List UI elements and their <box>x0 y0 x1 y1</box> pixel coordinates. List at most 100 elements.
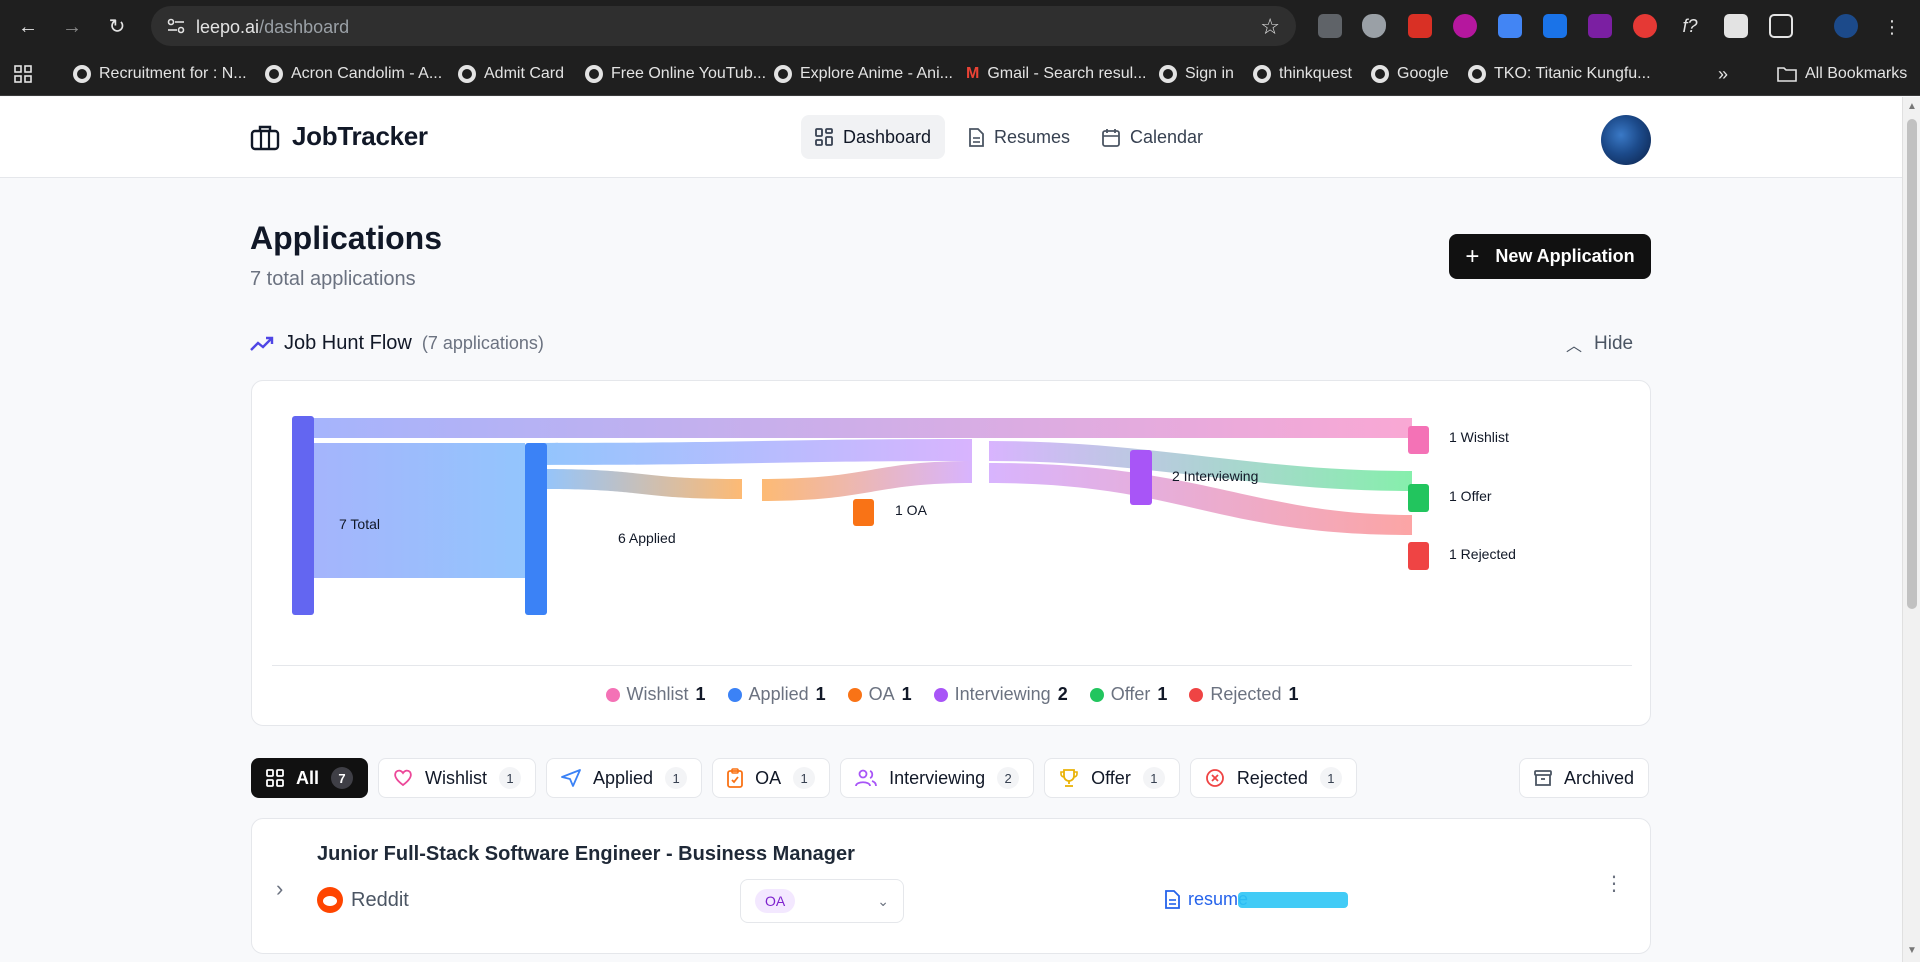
extension-icon[interactable] <box>1543 14 1567 38</box>
scrollbar-thumb[interactable] <box>1907 119 1917 609</box>
clipboard-check-icon <box>727 768 743 788</box>
reddit-logo-icon <box>317 887 343 913</box>
application-card[interactable]: › Junior Full-Stack Software Engineer - … <box>251 818 1651 954</box>
new-application-button[interactable]: + New Application <box>1449 234 1651 279</box>
menu-dots-icon[interactable]: ⋮ <box>1878 13 1906 41</box>
legend-item-rejected: Rejected 1 <box>1189 684 1298 705</box>
forward-icon[interactable]: → <box>58 13 86 41</box>
back-icon[interactable]: ← <box>14 13 42 41</box>
camera-extension-icon[interactable] <box>1318 14 1342 38</box>
redaction-mark <box>1238 891 1349 908</box>
status-select[interactable]: OA ⌄ <box>740 879 904 923</box>
extension-icon[interactable] <box>1633 14 1657 38</box>
tab-offer[interactable]: Offer 1 <box>1044 758 1180 798</box>
tab-label: OA <box>755 767 782 788</box>
nav-resumes[interactable]: Resumes <box>954 115 1084 159</box>
link-total-applied <box>309 443 525 578</box>
link-oa-interviewing <box>762 461 972 501</box>
tab-wishlist[interactable]: Wishlist 1 <box>378 758 537 798</box>
node-rejected[interactable] <box>1408 542 1429 570</box>
company-name: Reddit <box>351 888 409 911</box>
dot-icon <box>727 687 742 702</box>
address-bar[interactable]: leepo.ai/dashboard ☆ <box>151 6 1296 46</box>
bookmark-item[interactable]: Admit Card <box>458 62 564 86</box>
legend-item-interviewing: Interviewing 2 <box>933 684 1068 705</box>
globe-icon <box>265 65 283 83</box>
user-avatar[interactable] <box>1601 115 1651 165</box>
apps-grid-icon[interactable] <box>14 62 32 86</box>
shield-extension-icon[interactable] <box>1362 14 1386 38</box>
scroll-down-icon[interactable]: ▼ <box>1907 945 1917 956</box>
node-total[interactable] <box>292 416 314 615</box>
bookmark-item[interactable]: Free Online YouTub... <box>585 62 766 86</box>
extension-icon[interactable] <box>1498 14 1522 38</box>
extension-icon[interactable] <box>1453 14 1477 38</box>
status-filter-tabs: All 7 Wishlist 1 Applied 1 OA 1 Intervie… <box>251 758 1357 798</box>
gmail-icon: M <box>966 65 980 82</box>
nav-calendar[interactable]: Calendar <box>1088 115 1217 159</box>
bookmark-item[interactable]: Sign in <box>1159 62 1234 86</box>
tab-interviewing[interactable]: Interviewing 2 <box>840 758 1035 798</box>
node-label-offer: 1 Offer <box>1449 488 1492 504</box>
function-extension-icon[interactable]: f? <box>1678 14 1702 38</box>
bookmark-item[interactable]: Recruitment for : N... <box>73 62 247 86</box>
bookmark-star-icon[interactable]: ☆ <box>1260 14 1280 40</box>
more-options-icon[interactable]: ⋮ <box>1604 871 1624 896</box>
extension-icon[interactable] <box>1588 14 1612 38</box>
profile-avatar-icon[interactable] <box>1834 14 1858 38</box>
folder-icon <box>1777 67 1797 82</box>
more-bookmarks-icon[interactable]: » <box>1718 62 1728 86</box>
scroll-up-icon[interactable]: ▲ <box>1907 101 1917 112</box>
site-settings-icon[interactable] <box>167 18 185 34</box>
bookmark-item[interactable]: Acron Candolim - A... <box>265 62 442 86</box>
job-title[interactable]: Junior Full-Stack Software Engineer - Bu… <box>317 843 855 866</box>
node-wishlist[interactable] <box>1408 426 1429 454</box>
all-bookmarks-folder[interactable]: All Bookmarks <box>1777 62 1907 86</box>
page-scrollbar[interactable]: ▲ ▼ <box>1902 97 1920 962</box>
bookmark-item[interactable]: thinkquest <box>1253 62 1352 86</box>
node-applied[interactable] <box>525 443 547 615</box>
node-offer[interactable] <box>1408 484 1429 512</box>
tab-all[interactable]: All 7 <box>251 758 369 798</box>
bookmark-item[interactable]: TKO: Titanic Kungfu... <box>1468 62 1651 86</box>
document-icon <box>969 127 984 147</box>
bookmark-item[interactable]: Explore Anime - Ani... <box>774 62 953 86</box>
node-interviewing[interactable] <box>1130 450 1152 505</box>
chevron-right-icon[interactable]: › <box>276 876 283 902</box>
brand[interactable]: JobTracker <box>250 121 428 152</box>
extension-icon[interactable] <box>1408 14 1432 38</box>
tab-oa[interactable]: OA 1 <box>712 758 831 798</box>
hide-flow-button[interactable]: ︿ Hide <box>1566 332 1633 356</box>
browser-toolbar: ← → ↻ leepo.ai/dashboard ☆ f? ⋮ <box>0 0 1920 52</box>
tab-label: Applied <box>593 767 654 788</box>
resume-link[interactable]: resume <box>1164 889 1349 910</box>
node-label-applied: 6 Applied <box>618 530 676 546</box>
nav-dashboard[interactable]: Dashboard <box>801 115 946 159</box>
flow-card: 7 Total 6 Applied 1 OA 2 Interviewing 1 … <box>251 380 1651 726</box>
document-icon <box>1165 890 1180 909</box>
hide-label: Hide <box>1594 333 1634 354</box>
heart-icon <box>394 769 412 787</box>
archived-button[interactable]: Archived <box>1519 758 1650 798</box>
dot-icon <box>1089 687 1104 702</box>
bookmark-item[interactable]: Google <box>1371 62 1449 86</box>
tab-applied[interactable]: Applied 1 <box>546 758 703 798</box>
company: Reddit <box>317 887 409 913</box>
nav-label: Calendar <box>1130 126 1204 147</box>
legend-item-oa: OA 1 <box>847 684 912 705</box>
extension-icon[interactable] <box>1724 14 1748 38</box>
briefcase-icon <box>250 125 280 150</box>
tab-rejected[interactable]: Rejected 1 <box>1189 758 1357 798</box>
tab-count: 1 <box>1319 767 1342 789</box>
reload-icon[interactable]: ↻ <box>103 13 131 41</box>
url-text[interactable]: leepo.ai/dashboard <box>196 17 349 38</box>
node-label-rejected: 1 Rejected <box>1449 546 1516 562</box>
legend-item-applied: Applied 1 <box>727 684 826 705</box>
bookmark-item[interactable]: M Gmail - Search resul... <box>966 62 1146 86</box>
tab-count: 1 <box>499 767 522 789</box>
plus-icon: + <box>1465 242 1480 270</box>
page-title: Applications <box>250 220 443 256</box>
puzzle-extensions-icon[interactable] <box>1769 14 1793 38</box>
brand-title: JobTracker <box>292 121 428 151</box>
node-oa[interactable] <box>853 499 874 526</box>
